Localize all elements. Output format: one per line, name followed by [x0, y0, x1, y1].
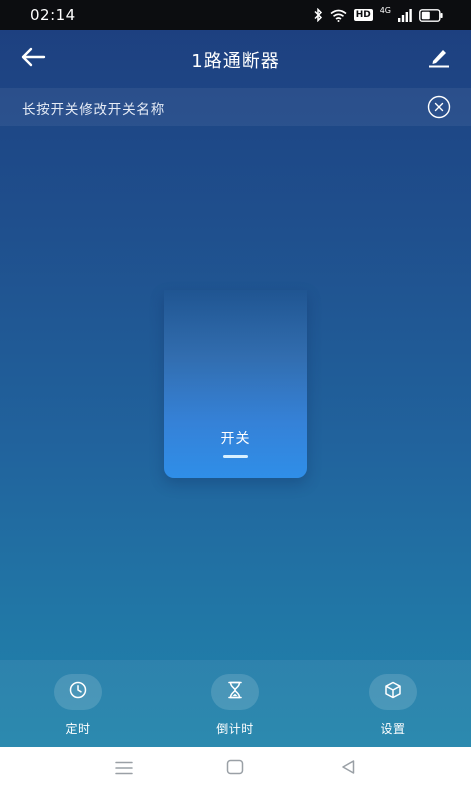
toolbar-icon-bg: [54, 674, 102, 710]
nav-back-button[interactable]: [337, 759, 359, 779]
bottom-toolbar: 定时 倒计时 设置: [0, 660, 471, 747]
nav-menu-button[interactable]: [113, 759, 135, 779]
status-icons: HD 4G: [314, 7, 443, 23]
switch-button[interactable]: 开关: [164, 290, 307, 478]
wifi-icon: [330, 9, 347, 22]
home-square-icon: [226, 759, 244, 779]
clock-icon: [69, 681, 87, 703]
hd-icon: HD: [353, 9, 373, 21]
toolbar-label: 倒计时: [216, 722, 254, 736]
system-nav-bar: [0, 747, 471, 791]
toolbar-icon-bg: [369, 674, 417, 710]
battery-icon: [419, 8, 443, 22]
toolbar-label: 设置: [380, 722, 406, 736]
page-title: 1路通断器: [191, 51, 280, 72]
switch-label: 开关: [220, 431, 251, 447]
toolbar-item-settings[interactable]: 设置: [348, 674, 438, 737]
hint-close-button[interactable]: [427, 95, 451, 119]
bluetooth-icon: [314, 8, 323, 22]
status-time: 02:14: [30, 6, 76, 24]
toolbar-label: 定时: [65, 722, 91, 736]
switch-indicator: [223, 455, 248, 458]
hourglass-icon: [227, 681, 243, 703]
menu-icon: [115, 760, 133, 779]
header: 1路通断器: [0, 30, 471, 88]
nav-home-button[interactable]: [224, 759, 246, 779]
signal-icon: [398, 8, 412, 22]
app-screen: 02:14 HD 4G 1路通断器 长按开关修改开关名称 开关 定时 倒计时 设…: [0, 0, 471, 747]
edit-button[interactable]: [425, 46, 453, 72]
hint-text: 长按开关修改开关名称: [22, 102, 165, 118]
circle-x-icon: [427, 95, 451, 123]
toolbar-icon-bg: [211, 674, 259, 710]
cube-icon: [384, 681, 402, 703]
status-bar: 02:14 HD 4G: [0, 0, 471, 30]
back-triangle-icon: [340, 759, 356, 779]
toolbar-item-countdown[interactable]: 倒计时: [190, 674, 280, 737]
hint-bar: 长按开关修改开关名称: [0, 88, 471, 126]
network-type-label: 4G: [379, 6, 391, 15]
pencil-icon: [427, 46, 451, 72]
toolbar-item-timer[interactable]: 定时: [33, 674, 123, 737]
